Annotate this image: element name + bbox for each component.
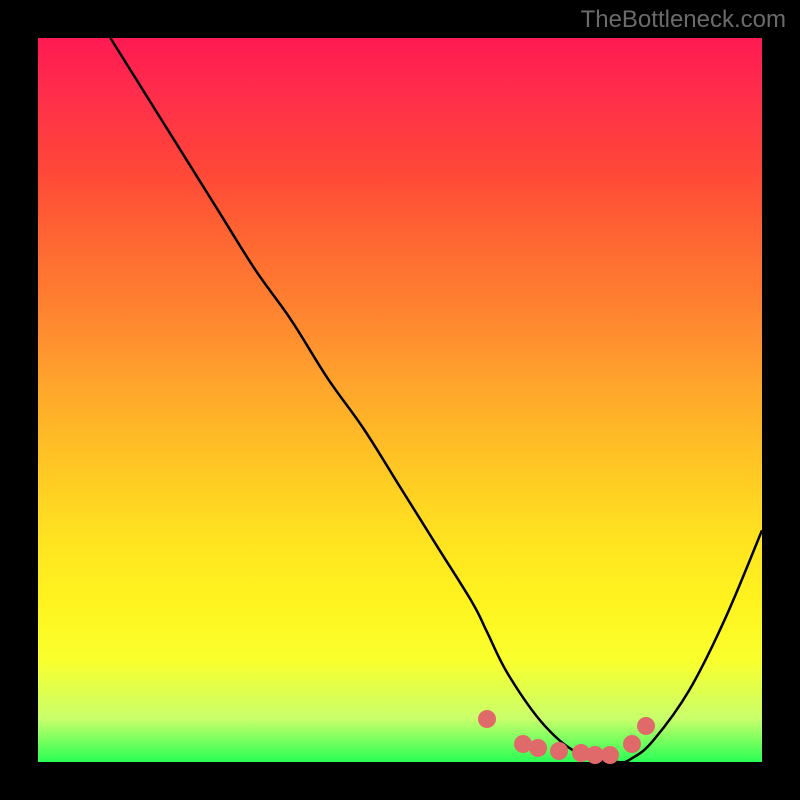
plot-area — [38, 38, 762, 762]
data-marker — [623, 735, 641, 753]
watermark: TheBottleneck.com — [581, 6, 786, 34]
data-marker — [601, 746, 619, 764]
data-marker — [478, 710, 496, 728]
data-marker — [637, 717, 655, 735]
data-marker — [529, 739, 547, 757]
data-marker — [550, 742, 568, 760]
marker-group — [38, 38, 762, 762]
